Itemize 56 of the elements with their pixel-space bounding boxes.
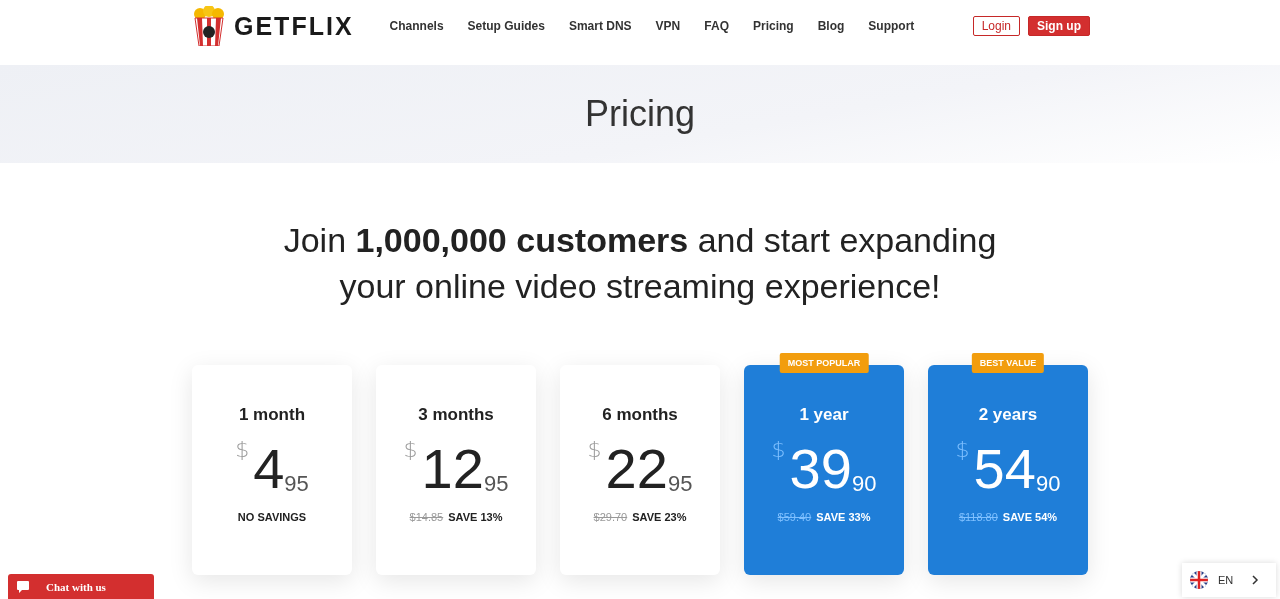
plan-name: 1 month (238, 405, 306, 425)
savings-label: SAVE 33% (816, 511, 871, 523)
price-whole: 12 (421, 441, 484, 497)
price-cents: 95 (284, 471, 309, 497)
nav-link[interactable]: Channels (389, 19, 444, 33)
old-price: $29.70 (593, 511, 628, 523)
savings-label: SAVE 54% (1002, 511, 1058, 523)
price-whole: 39 (789, 441, 852, 497)
page-title: Pricing (584, 93, 695, 135)
currency-symbol: $ (587, 437, 602, 462)
old-price: $14.85 (409, 511, 444, 523)
plan-name: 3 months (418, 405, 494, 425)
chat-button[interactable]: Chat with us (8, 574, 154, 599)
plan-card[interactable]: 2 years $5490 $118.80 SAVE 54% (928, 365, 1088, 575)
plan-badge: MOST POPULAR (779, 353, 869, 373)
nav-link[interactable]: Smart DNS (568, 19, 632, 33)
headline: your online video streaming experience! (339, 266, 941, 307)
plan-name: 6 months (602, 405, 678, 425)
nav-link[interactable]: Blog (817, 19, 845, 33)
plan-name: 2 years (978, 405, 1038, 425)
savings-label: SAVE 13% (448, 511, 503, 523)
price-whole: 22 (605, 441, 668, 497)
nav-link[interactable]: Pricing (752, 19, 794, 33)
currency-symbol: $ (403, 437, 418, 462)
login-button[interactable]: Login (972, 16, 1020, 36)
signup-button[interactable]: Sign up (1028, 16, 1090, 36)
flag-icon (1190, 571, 1208, 589)
chevron-right-icon (1251, 575, 1260, 585)
price-cents: 90 (851, 471, 877, 497)
price-cents: 90 (1035, 471, 1061, 497)
plan-badge: BEST VALUE (971, 353, 1045, 373)
nav-link[interactable]: Setup Guides (467, 19, 545, 33)
popcorn-logo-icon (192, 6, 226, 46)
price-whole: 4 (253, 441, 285, 497)
language-selector[interactable]: EN (1182, 563, 1276, 597)
headline: Join 1,000,000 customers and start expanding (283, 220, 997, 261)
nav-link[interactable]: FAQ (704, 19, 729, 33)
price-cents: 95 (667, 471, 693, 497)
price-cents: 95 (483, 471, 509, 497)
plan-card[interactable]: 1 year $3990 $59.40 SAVE 33% (744, 365, 904, 575)
old-price: $118.80 (958, 511, 998, 523)
currency-symbol: $ (771, 437, 786, 462)
plan-name: 1 year (799, 405, 849, 425)
nav-link[interactable]: VPN (655, 19, 681, 33)
logo-text[interactable]: GETFLIX (234, 11, 354, 41)
plan-card[interactable]: 3 months $1295 $14.85 SAVE 13% (376, 365, 536, 575)
nav-link[interactable]: Support (868, 19, 915, 33)
speech-bubble-icon (16, 579, 30, 594)
currency-symbol: $ (235, 437, 250, 462)
plan-card[interactable]: 6 months $2295 $29.70 SAVE 23% (560, 365, 720, 575)
currency-symbol: $ (955, 437, 970, 462)
old-price: $59.40 (777, 511, 812, 523)
plan-card[interactable]: 1 month $495 NO SAVINGS (192, 365, 352, 575)
savings-label: NO SAVINGS (237, 511, 307, 523)
price-whole: 54 (973, 441, 1036, 497)
savings-label: SAVE 23% (632, 511, 687, 523)
